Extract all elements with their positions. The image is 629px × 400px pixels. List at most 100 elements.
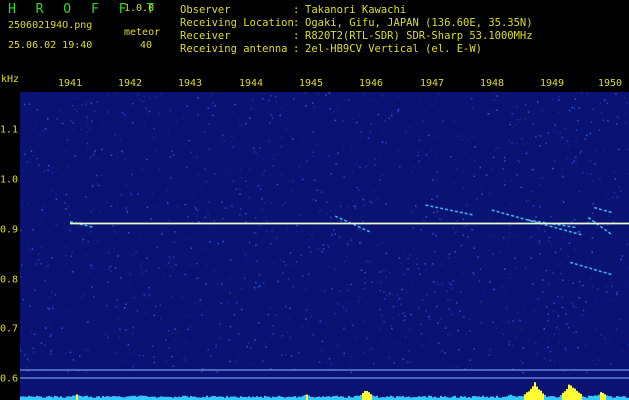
noise-speck [584, 344, 586, 346]
noise-speck [168, 262, 170, 264]
noise-speck [247, 196, 250, 199]
noise-speck [586, 172, 588, 174]
noise-speck [270, 367, 272, 370]
noise-speck [561, 136, 563, 139]
level-bar [184, 395, 186, 400]
noise-speck [112, 225, 114, 227]
noise-speck [497, 147, 499, 149]
noise-speck [66, 139, 69, 141]
noise-speck [616, 293, 618, 295]
noise-speck [545, 142, 547, 144]
level-bar [212, 395, 214, 400]
noise-speck [466, 224, 468, 227]
noise-speck [623, 97, 626, 99]
level-bar [48, 396, 50, 400]
noise-speck [488, 193, 490, 195]
noise-speck [126, 210, 128, 212]
noise-speck [323, 248, 326, 251]
noise-speck [382, 241, 384, 244]
noise-speck [419, 273, 421, 276]
noise-speck [550, 244, 553, 246]
noise-speck [463, 368, 466, 370]
noise-speck [436, 171, 439, 173]
noise-speck [192, 194, 195, 196]
noise-speck [153, 356, 155, 358]
noise-speck [533, 309, 535, 311]
noise-speck [38, 253, 40, 255]
noise-speck [554, 124, 556, 126]
noise-speck [398, 149, 400, 152]
level-bar [454, 395, 456, 400]
noise-speck [473, 273, 475, 276]
level-bar [518, 395, 520, 400]
noise-speck [537, 298, 539, 300]
noise-speck [55, 223, 57, 226]
noise-speck [468, 318, 471, 320]
noise-speck [268, 274, 271, 276]
noise-speck [205, 181, 208, 184]
noise-speck [215, 173, 217, 175]
noise-speck [274, 96, 277, 98]
noise-speck [541, 109, 544, 112]
level-bar [576, 390, 578, 400]
noise-speck [436, 179, 438, 182]
noise-speck [69, 213, 71, 216]
noise-speck [185, 166, 188, 168]
noise-speck [257, 154, 259, 156]
noise-speck [374, 164, 376, 166]
noise-speck [578, 190, 580, 193]
noise-speck [296, 231, 299, 233]
noise-speck [315, 144, 317, 146]
level-bar [624, 396, 626, 400]
noise-speck [281, 136, 283, 138]
noise-speck [452, 280, 454, 282]
noise-speck [396, 294, 399, 296]
noise-speck [90, 211, 92, 213]
noise-speck [48, 308, 50, 310]
noise-speck [321, 191, 323, 193]
noise-speck [162, 345, 164, 348]
noise-speck [585, 301, 587, 303]
noise-speck [578, 107, 581, 109]
noise-speck [47, 118, 49, 120]
level-bar [80, 395, 82, 400]
noise-speck [606, 102, 609, 104]
noise-speck [619, 190, 622, 192]
noise-speck [524, 98, 526, 100]
noise-speck [448, 308, 450, 310]
noise-speck [85, 115, 88, 118]
noise-speck [186, 105, 189, 107]
noise-speck [331, 234, 333, 236]
level-bar [140, 395, 142, 400]
level-bar [118, 396, 120, 400]
noise-speck [306, 325, 309, 327]
noise-speck [575, 162, 578, 165]
noise-speck [32, 347, 34, 350]
noise-speck [221, 274, 223, 276]
noise-speck [160, 93, 162, 95]
noise-speck [167, 130, 170, 133]
noise-speck [508, 340, 511, 342]
level-bar [392, 396, 394, 400]
level-bar [430, 395, 432, 400]
noise-speck [400, 298, 402, 300]
noise-speck [495, 327, 497, 329]
noise-speck [239, 193, 241, 195]
noise-speck [43, 170, 46, 173]
noise-speck [108, 268, 110, 270]
noise-speck [397, 110, 399, 113]
noise-speck [346, 243, 349, 246]
noise-speck [261, 208, 264, 211]
noise-speck [493, 288, 495, 291]
x-tick-label: 1950 [597, 78, 623, 89]
noise-speck [68, 281, 70, 284]
level-bar [568, 384, 570, 400]
noise-speck [493, 92, 495, 95]
noise-speck [554, 251, 557, 254]
noise-speck [510, 179, 512, 182]
level-bar [98, 396, 100, 400]
noise-speck [92, 154, 95, 156]
noise-speck [67, 205, 69, 208]
level-bar [534, 382, 536, 400]
noise-speck [595, 149, 598, 151]
